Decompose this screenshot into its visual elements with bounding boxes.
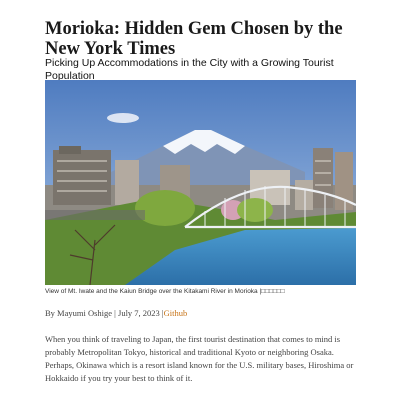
- article-title: Morioka: Hidden Gem Chosen by the New Yo…: [45, 19, 343, 59]
- article-photo: [45, 80, 356, 285]
- article-body: When you think of traveling to Japan, th…: [45, 334, 354, 383]
- photo-caption: View of Mt. Iwate and the Kaiun Bridge o…: [45, 288, 285, 295]
- article-page: Morioka: Hidden Gem Chosen by the New Yo…: [0, 0, 400, 400]
- github-link[interactable]: Github: [164, 308, 188, 318]
- byline: By Mayumi Oshige | July 7, 2023 |Github: [45, 308, 365, 319]
- byline-text: By Mayumi Oshige | July 7, 2023 |: [45, 308, 164, 318]
